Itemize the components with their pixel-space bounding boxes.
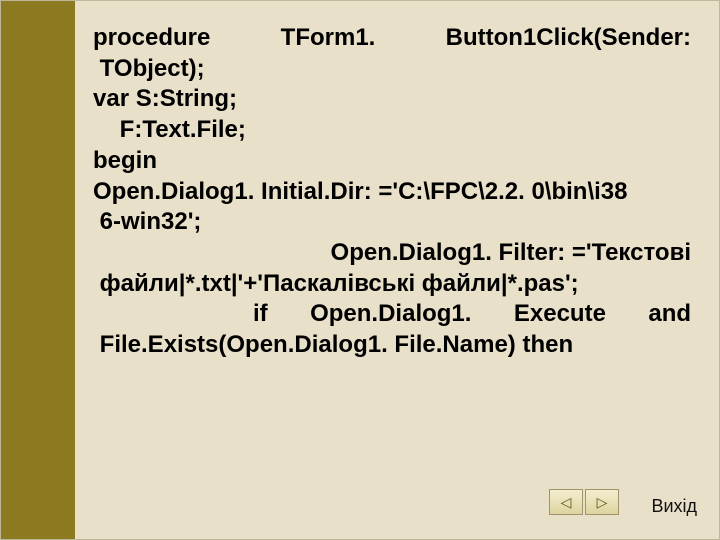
code-line: TObject); [93, 54, 691, 85]
left-stripe [1, 1, 75, 539]
triangle-right-icon: ▷ [597, 494, 608, 511]
code-line: File.Exists(Open.Dialog1. File.Name) the… [93, 330, 691, 361]
code-line: F:Text.File; [93, 115, 691, 146]
keyword-procedure: procedure [93, 24, 210, 51]
prev-button[interactable]: ◁ [549, 489, 583, 515]
code-line: var S:String; [93, 84, 691, 115]
proc-signature: TForm1. Button1Click(Sender: [281, 24, 691, 51]
code-line: Open.Dialog1. Filter: ='Текстові [93, 238, 691, 269]
exit-link[interactable]: Вихід [651, 496, 697, 517]
slide: procedure TForm1. Button1Click(Sender: T… [0, 0, 720, 540]
code-block: procedure TForm1. Button1Click(Sender: T… [93, 23, 691, 361]
code-line: Open.Dialog1. Initial.Dir: ='C:\FPC\2.2.… [93, 177, 691, 208]
expr-execute: Open.Dialog1. Execute [310, 300, 606, 327]
code-line: procedure TForm1. Button1Click(Sender: [93, 23, 691, 54]
next-button[interactable]: ▷ [585, 489, 619, 515]
keyword-if: if [93, 300, 268, 327]
keyword-and: and [648, 300, 691, 327]
code-line: 6-win32'; [93, 207, 691, 238]
triangle-left-icon: ◁ [561, 494, 572, 511]
code-line: begin [93, 146, 691, 177]
code-line: if Open.Dialog1. Execute and [93, 299, 691, 330]
code-line: файли|*.txt|'+'Паскалівські файли|*.pas'… [93, 269, 691, 300]
nav-controls: ◁ ▷ [549, 489, 619, 515]
